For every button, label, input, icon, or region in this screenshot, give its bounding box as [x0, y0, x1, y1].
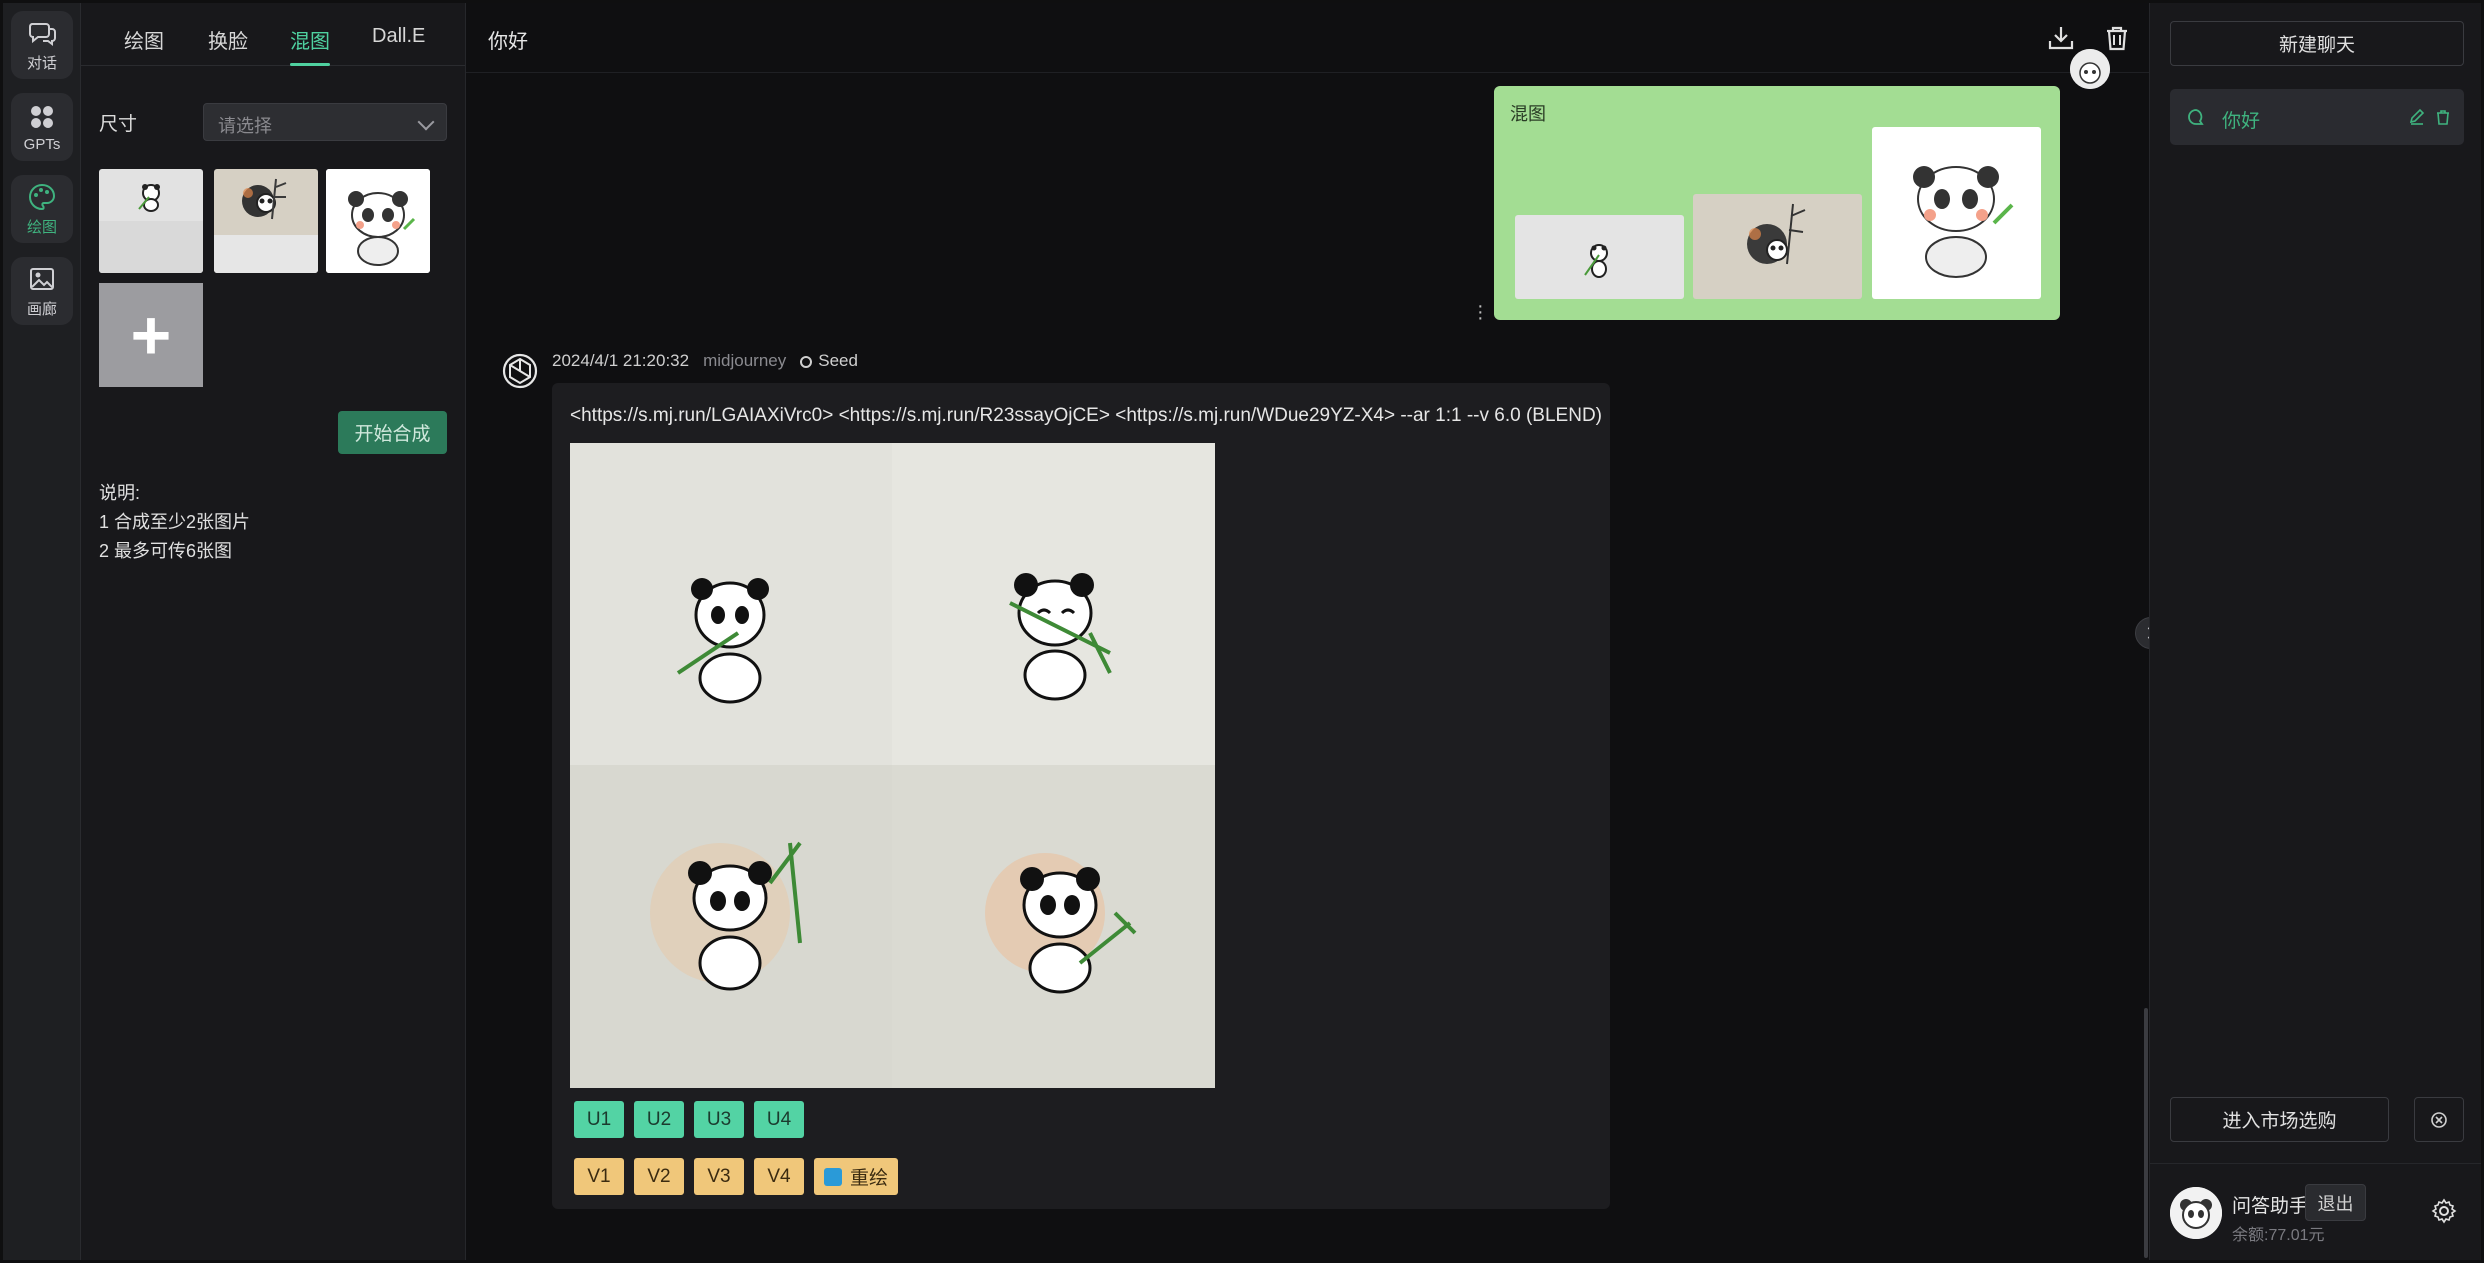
trash-icon[interactable] — [2102, 23, 2132, 53]
chat-item-name: 你好 — [2222, 111, 2261, 132]
openai-logo-icon — [502, 353, 538, 389]
delete-icon[interactable] — [2434, 108, 2452, 126]
gear-icon[interactable] — [2431, 1198, 2457, 1224]
size-select[interactable]: 请选择 — [203, 103, 447, 141]
blended-result-image[interactable] — [570, 443, 1215, 1088]
u2-button[interactable]: U2 — [634, 1101, 684, 1138]
add-image-button[interactable]: + — [99, 283, 203, 387]
redraw-button[interactable]: 重绘 — [814, 1158, 899, 1195]
scrollbar[interactable] — [2144, 1008, 2148, 1258]
redraw-label: 重绘 — [850, 1168, 889, 1189]
tab-draw[interactable]: 绘图 — [124, 25, 164, 54]
uploaded-image-2[interactable] — [214, 169, 318, 273]
chat-sidebar: 新建聊天 你好 进入市场选购 问答助手 余额:77.01元 退出 — [2149, 3, 2481, 1260]
instructions: 说明: 1 合成至少2张图片 2 最多可传6张图 — [99, 479, 250, 566]
u4-button[interactable]: U4 — [754, 1101, 804, 1138]
divider — [2150, 1163, 2481, 1164]
account-name: 问答助手 — [2232, 1196, 2309, 1217]
variation-buttons: V1 V2 V3 V4 重绘 — [574, 1158, 899, 1195]
v1-button[interactable]: V1 — [574, 1158, 624, 1195]
tab-faceswap[interactable]: 换脸 — [208, 25, 248, 54]
chat-list-item[interactable]: 你好 — [2170, 89, 2464, 145]
size-placeholder: 请选择 — [218, 116, 272, 136]
user-message-label: 混图 — [1510, 104, 1546, 124]
new-chat-button[interactable]: 新建聊天 — [2170, 21, 2464, 66]
palette-icon — [29, 183, 56, 210]
uploaded-image-1[interactable] — [99, 169, 203, 273]
blend-source-image-1[interactable] — [1515, 215, 1684, 299]
tab-blend[interactable]: 混图 — [290, 25, 330, 66]
market-button[interactable]: 进入市场选购 — [2170, 1097, 2389, 1142]
logout-button[interactable]: 退出 — [2305, 1184, 2366, 1221]
panda-small-icon — [1584, 244, 1608, 278]
rail-item-drawing[interactable]: 绘图 — [11, 175, 73, 243]
close-circle-icon — [2431, 1111, 2447, 1128]
u1-button[interactable]: U1 — [574, 1101, 624, 1138]
chat-title: 你好 — [488, 31, 528, 53]
instructions-line-1: 1 合成至少2张图片 — [99, 512, 251, 532]
apps-icon — [31, 105, 53, 128]
blend-source-image-2[interactable] — [1693, 194, 1862, 299]
rail-item-gpts[interactable]: GPTs — [11, 93, 73, 161]
panda-avatar-icon — [2070, 49, 2110, 89]
close-market-button[interactable] — [2414, 1097, 2464, 1142]
blend-source-image-3[interactable] — [1872, 127, 2041, 299]
gallery-icon — [30, 267, 54, 290]
start-blend-button[interactable]: 开始合成 — [338, 411, 447, 454]
edit-icon[interactable] — [2408, 108, 2426, 126]
left-rail: 对话 GPTs 绘图 画廊 — [3, 3, 81, 1260]
rail-item-gallery[interactable]: 画廊 — [11, 257, 73, 325]
seed-icon — [800, 355, 813, 368]
message-more-icon[interactable]: · · · — [1477, 296, 1484, 328]
panda-ink-icon — [1747, 203, 1806, 265]
drawing-panel: 绘图 换脸 混图 Dall.E 尺寸 请选择 + 开始合成 说明: 1 合成至少… — [81, 3, 466, 1260]
uploaded-image-3[interactable] — [326, 169, 430, 273]
rail-item-chat[interactable]: 对话 — [11, 11, 73, 79]
account-balance: 余额:77.01元 — [2232, 1227, 2325, 1244]
rail-label: 画廊 — [26, 300, 57, 318]
panda-cute-icon — [1913, 166, 2014, 278]
refresh-icon — [824, 1167, 842, 1186]
u3-button[interactable]: U3 — [694, 1101, 744, 1138]
panda-cute-thumbnail-icon — [326, 169, 430, 273]
v4-button[interactable]: V4 — [754, 1158, 804, 1195]
panda-avatar-icon — [2170, 1187, 2222, 1239]
message-source: midjourney — [703, 351, 787, 370]
instructions-title: 说明: — [99, 483, 141, 503]
chat-topbar: 你好 — [466, 3, 2149, 73]
rail-label: 对话 — [26, 54, 57, 72]
rail-label: 绘图 — [26, 218, 57, 236]
v2-button[interactable]: V2 — [634, 1158, 684, 1195]
tab-dalle[interactable]: Dall.E — [372, 25, 425, 48]
v3-button[interactable]: V3 — [694, 1158, 744, 1195]
message-meta: 2024/4/1 21:20:32 midjourney Seed — [552, 351, 858, 371]
prompt-text: <https://s.mj.run/LGAIAXiVrc0> <https://… — [570, 405, 1602, 426]
upscale-buttons: U1 U2 U3 U4 — [574, 1101, 804, 1138]
chat-bubble-icon — [2188, 109, 2204, 125]
seed-label: Seed — [818, 351, 858, 370]
message-timestamp: 2024/4/1 21:20:32 — [552, 351, 690, 370]
panda-grid-icon — [570, 443, 1215, 1088]
download-icon[interactable] — [2046, 23, 2076, 53]
user-avatar — [2070, 49, 2110, 89]
plus-icon: + — [130, 296, 172, 374]
panda-ink-thumbnail-icon — [214, 169, 318, 273]
account-avatar — [2170, 1187, 2222, 1239]
user-message-bubble: 混图 — [1494, 86, 2060, 320]
tab-bar: 绘图 换脸 混图 Dall.E — [81, 3, 465, 66]
size-label: 尺寸 — [99, 114, 138, 135]
seed-button[interactable]: Seed — [800, 351, 858, 371]
chevron-down-icon — [417, 113, 435, 131]
bot-message-bubble: <https://s.mj.run/LGAIAXiVrc0> <https://… — [552, 383, 1610, 1209]
chat-icon — [29, 22, 56, 46]
chat-area: 你好 混图 · · · 2024/4/1 21:20:32 midjourney S… — [466, 3, 2149, 1260]
rail-label: GPTs — [23, 135, 61, 153]
panda-thumbnail-icon — [99, 169, 203, 273]
instructions-line-2: 2 最多可传6张图 — [99, 541, 233, 561]
